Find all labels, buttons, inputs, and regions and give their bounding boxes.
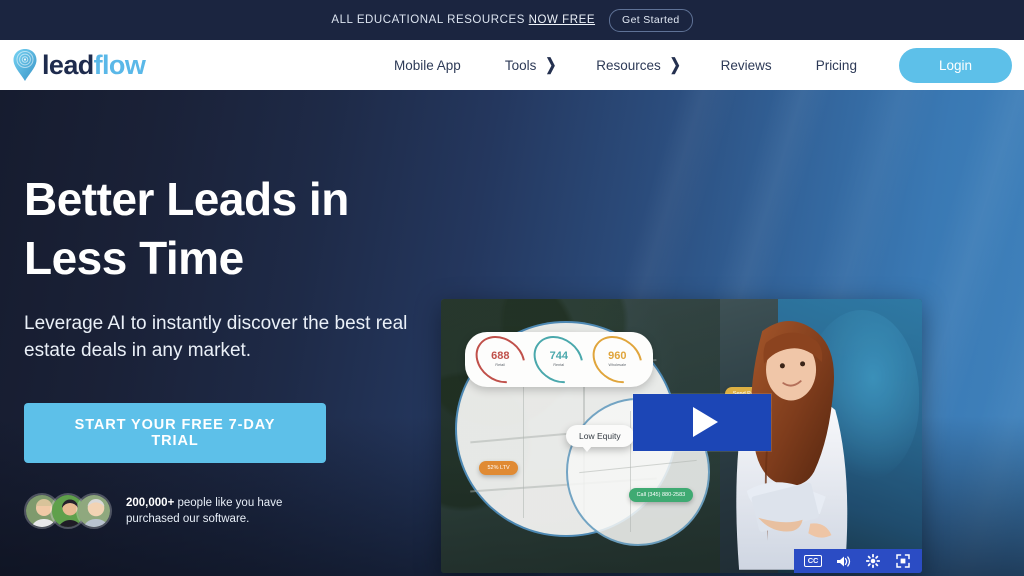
- nav-item-label: Reviews: [720, 57, 772, 73]
- cc-icon: CC: [804, 555, 822, 567]
- headline-line-1: Better Leads in: [24, 173, 349, 225]
- gear-icon: [866, 554, 880, 568]
- announcement-text-highlight: NOW FREE: [528, 14, 596, 26]
- map-street-line: [579, 459, 697, 474]
- video-play-button[interactable]: [633, 393, 772, 452]
- social-proof-count: 200,000+: [126, 496, 175, 509]
- announcement-bar: ALL EDUCATIONAL RESOURCES NOW FREE Get S…: [0, 0, 1024, 40]
- gauge-rental: 744 Rental: [524, 326, 593, 393]
- map-callout-low-equity: Low Equity: [566, 425, 634, 453]
- map-pill-ltv: 52% LTV: [479, 460, 518, 475]
- nav-item-reviews[interactable]: Reviews: [721, 58, 772, 73]
- map-pin-icon: [13, 49, 37, 81]
- fullscreen-button[interactable]: [888, 549, 918, 573]
- brand-name-part2: flow: [93, 49, 146, 80]
- announcement-text-prefix: ALL EDUCATIONAL RESOURCES: [331, 14, 529, 26]
- stats-gauge-card: 688 Retail 744 Rental 960 Wholesale: [465, 326, 653, 393]
- video-controls-bar: CC: [794, 549, 922, 573]
- brand-logo[interactable]: leadflow: [12, 48, 146, 82]
- hero-section: Better Leads in Less Time Leverage AI to…: [0, 90, 1024, 576]
- gauge-value: 960: [608, 350, 627, 363]
- nav-item-mobile-app[interactable]: Mobile App: [394, 58, 461, 73]
- gauge-label: Retail: [495, 362, 506, 367]
- volume-icon: [836, 555, 850, 567]
- get-started-button[interactable]: Get Started: [609, 8, 693, 32]
- hero-video-player[interactable]: 688 Retail 744 Rental 960 Wholesale 52% …: [441, 299, 922, 573]
- nav-item-label: Resources: [596, 57, 661, 73]
- main-navigation: leadflow Mobile App Tools ❯ Resources ❯ …: [0, 40, 1024, 90]
- gauge-value: 744: [549, 350, 568, 363]
- page-title: Better Leads in Less Time: [24, 170, 424, 288]
- gauge-label: Rental: [553, 362, 565, 367]
- nav-item-label: Mobile App: [394, 57, 461, 73]
- avatar-group: [24, 492, 112, 529]
- announcement-text: ALL EDUCATIONAL RESOURCES NOW FREE: [331, 14, 595, 26]
- nav-item-label: Tools: [504, 57, 537, 73]
- nav-links: Mobile App Tools ❯ Resources ❯ Reviews P…: [394, 47, 1024, 83]
- nav-item-resources[interactable]: Resources ❯: [596, 55, 681, 74]
- gauge-retail: 688 Retail: [466, 326, 535, 393]
- map-pill-call: Call (345) 880-2583: [628, 488, 694, 503]
- login-button[interactable]: Login: [898, 47, 1012, 83]
- gauge-label: Wholesale: [608, 362, 627, 367]
- play-triangle-icon: [692, 407, 718, 438]
- gauge-value-wrap: 960 Wholesale: [591, 338, 644, 381]
- chevron-right-icon: ❯: [545, 55, 557, 74]
- gauge-wholesale: 960 Wholesale: [583, 326, 652, 393]
- settings-button[interactable]: [858, 549, 888, 573]
- headline-line-2: Less Time: [24, 231, 244, 284]
- volume-button[interactable]: [828, 549, 858, 573]
- gauge-value: 688: [491, 350, 510, 363]
- social-proof: 200,000+ people like you have purchased …: [24, 492, 424, 529]
- nav-item-tools[interactable]: Tools ❯: [504, 55, 557, 74]
- hero-subheadline: Leverage AI to instantly discover the be…: [24, 312, 408, 362]
- chevron-right-icon: ❯: [669, 55, 681, 74]
- nav-item-pricing[interactable]: Pricing: [816, 58, 857, 73]
- fullscreen-icon: [896, 554, 910, 568]
- closed-captions-button[interactable]: CC: [798, 549, 828, 573]
- nav-item-label: Pricing: [815, 57, 857, 73]
- brand-name-part1: lead: [42, 49, 94, 80]
- gauge-value-wrap: 688 Retail: [474, 338, 527, 381]
- brand-name: leadflow: [42, 49, 146, 80]
- start-free-trial-button[interactable]: START YOUR FREE 7-DAY TRIAL: [24, 402, 326, 463]
- gauge-value-wrap: 744 Rental: [532, 338, 585, 381]
- social-proof-text: 200,000+ people like you have purchased …: [126, 495, 301, 528]
- avatar: [76, 492, 112, 529]
- hero-content: Better Leads in Less Time Leverage AI to…: [24, 170, 424, 529]
